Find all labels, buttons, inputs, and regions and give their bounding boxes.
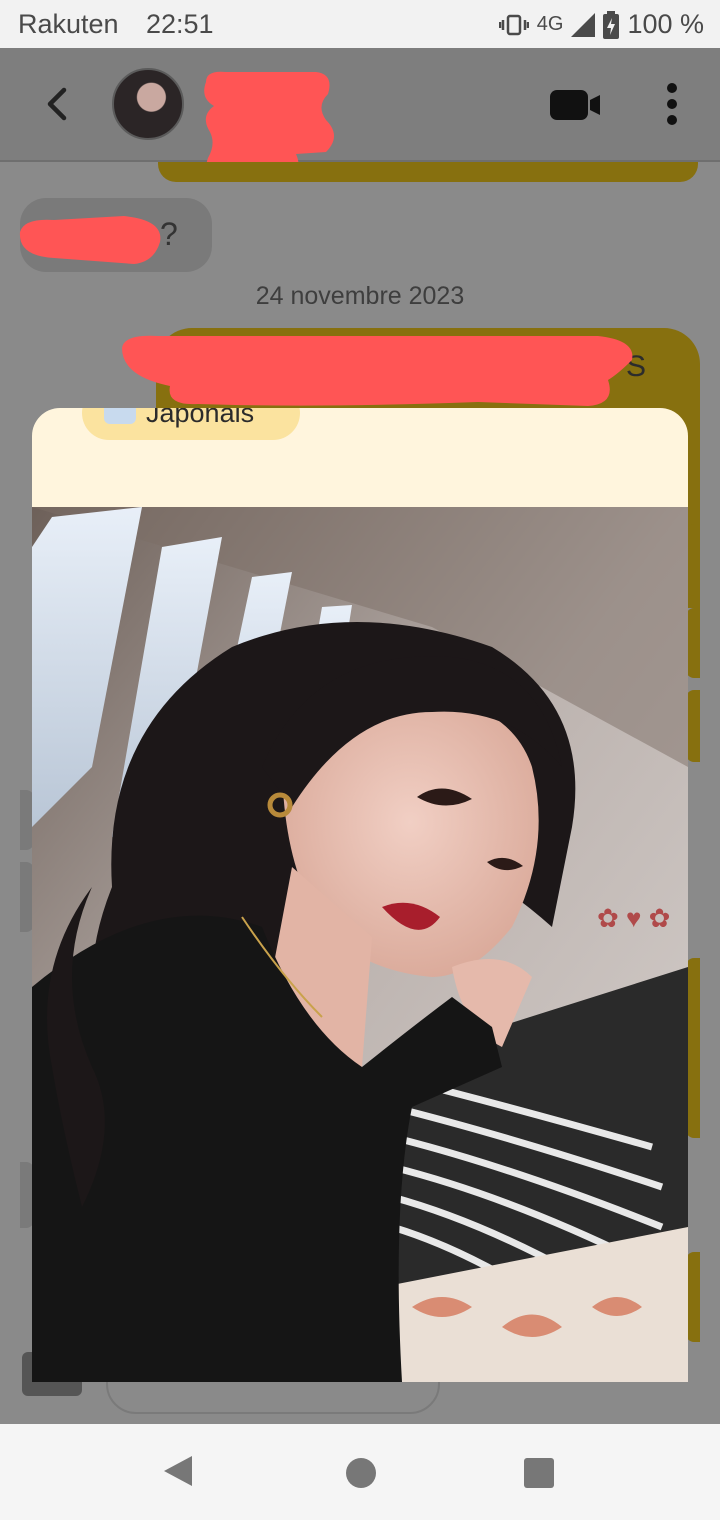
profile-card-overlay[interactable]: Japonais [32,408,688,1382]
message-bubble-outgoing[interactable] [158,162,698,182]
signal-icon [571,12,596,37]
status-bar: Rakuten 22:51 4G 100 % [0,0,720,48]
redaction-outgoing [122,335,633,406]
message-bubble-outgoing [686,1252,700,1342]
network-type: 4G [536,13,564,35]
carrier-label: Rakuten [18,9,119,39]
nav-recents-icon[interactable] [524,1458,554,1488]
date-separator: 24 novembre 2023 [255,282,465,310]
message-bubble-outgoing [686,690,700,762]
message-bubble-outgoing [686,524,700,596]
battery-charging-icon [603,10,620,39]
profile-photo[interactable]: ✿ ♥ ✿ [32,507,688,1382]
redaction-incoming [19,216,161,264]
profile-photo-image: ✿ ♥ ✿ [32,507,688,1382]
more-options-icon[interactable] [660,82,684,126]
message-bubble-outgoing [686,608,700,678]
chat-header [0,48,720,178]
nav-back-icon[interactable] [162,1454,194,1488]
language-chip: Japonais [82,408,300,440]
battery-level: 100 % [627,9,704,39]
svg-text:✿ ♥ ✿: ✿ ♥ ✿ [597,903,670,933]
avatar[interactable] [112,68,184,140]
nav-home-icon[interactable] [346,1458,376,1488]
back-arrow-icon[interactable] [38,84,78,124]
language-label: Japonais [146,408,255,428]
clock: 22:51 [146,9,214,39]
vibrate-icon [498,14,529,35]
status-icons: 4G 100 % [498,9,704,40]
video-call-icon[interactable] [550,88,602,122]
system-nav-bar [0,1424,720,1520]
speech-bubble-icon [104,408,136,424]
message-bubble-outgoing [686,958,700,1138]
